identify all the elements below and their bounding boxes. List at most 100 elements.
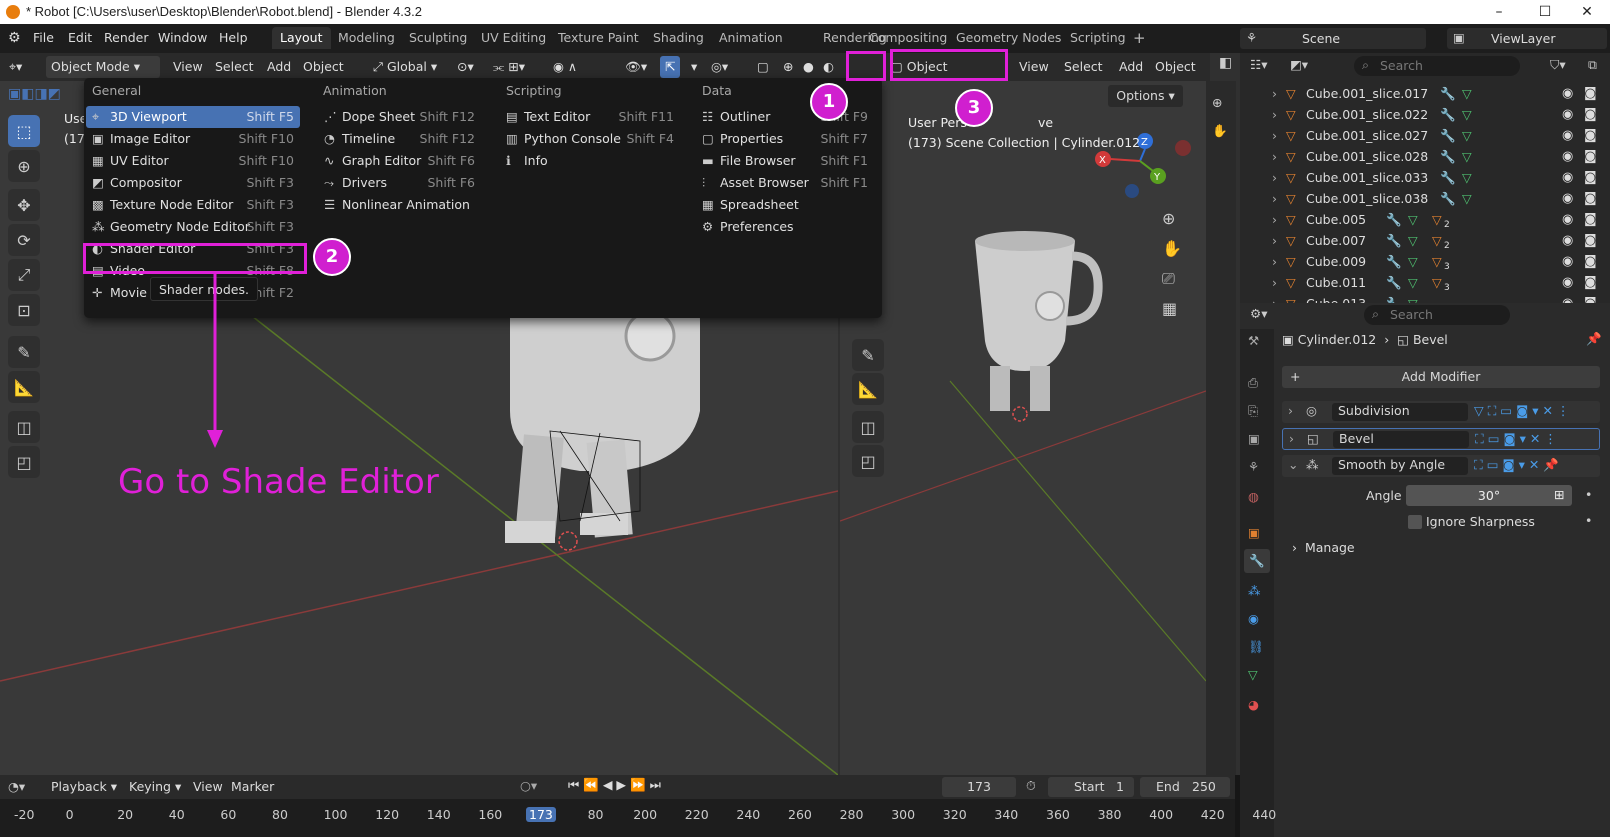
right-menu-add[interactable]: Add	[1114, 56, 1148, 78]
material-shading-icon[interactable]: ◐	[818, 56, 839, 78]
menu-item-texture-node-editor[interactable]: ▩ Texture Node Editor Shift F3	[86, 194, 300, 216]
pin-icon[interactable]: 📌	[1586, 331, 1602, 347]
minimize-button[interactable]: –	[1476, 0, 1522, 24]
expand-chevron-icon[interactable]: ›	[1289, 431, 1294, 446]
bevel-name-field[interactable]: Bevel	[1333, 431, 1469, 448]
properties-search-input[interactable]: ⌕ Search	[1364, 305, 1510, 325]
menu-render[interactable]: Render	[104, 30, 149, 45]
right-measure-tool-icon[interactable]: 📐	[852, 373, 884, 405]
timeline-ruler[interactable]: -20 0 20 40 60 80 100 120 140 160 173 80 200 220 240 26…	[0, 799, 1276, 837]
expand-chevron-icon[interactable]: ›	[1272, 146, 1277, 167]
render-camera-icon[interactable]: ◙	[1584, 167, 1597, 188]
left-menu-add[interactable]: Add	[262, 56, 296, 78]
menu-item-image-editor[interactable]: ▣ Image Editor Shift F10	[86, 128, 300, 150]
bevel-toggle-icons[interactable]: ⛶ ▭ ◙ ▾ ✕ ⋮	[1475, 431, 1557, 447]
tab-compositing[interactable]: Compositing	[861, 27, 955, 49]
data-tab-icon[interactable]: ▽	[1248, 667, 1258, 682]
outliner-item[interactable]: › ▽ Cube.001_slice.027 🔧 ▽ ◉ ◙	[1240, 125, 1610, 146]
menu-item-text-editor[interactable]: ▤ Text Editor Shift F11	[500, 106, 680, 128]
add-workspace-button[interactable]: +	[1125, 27, 1154, 49]
expand-chevron-icon[interactable]: ›	[1272, 83, 1277, 104]
zoom-icon[interactable]: ⊕	[1162, 209, 1175, 228]
material-count-icon[interactable]: ▽	[1432, 272, 1442, 293]
keyframe-dot-icon[interactable]: •	[1585, 487, 1592, 502]
snap-icon[interactable]: ⫘ ⊞▾	[488, 56, 530, 78]
render-camera-icon[interactable]: ◙	[1584, 104, 1597, 125]
marker-menu[interactable]: Marker	[226, 776, 279, 798]
modifier-wrench-icon[interactable]: 🔧	[1386, 209, 1402, 230]
measure-tool-icon[interactable]: 📐	[8, 371, 40, 403]
menu-item-3d-viewport[interactable]: ⌖ 3D Viewport Shift F5	[86, 106, 300, 128]
render-camera-icon[interactable]: ◙	[1584, 125, 1597, 146]
world-tab-icon[interactable]: ◍	[1248, 489, 1259, 504]
smooth-toggle-icons[interactable]: ⛶ ▭ ◙ ▾ ✕ 📌	[1474, 457, 1559, 473]
overlay-icon[interactable]: ◎▾	[706, 56, 733, 78]
menu-item-compositor[interactable]: ◩ Compositor Shift F3	[86, 172, 300, 194]
mesh-data-icon[interactable]: ▽	[1408, 230, 1418, 251]
visibility-eye-icon[interactable]: ◉	[1562, 167, 1573, 188]
render-tab-icon[interactable]: ⎙	[1248, 375, 1258, 391]
material-tab-icon[interactable]: ◕	[1248, 697, 1259, 712]
tab-texture-paint[interactable]: Texture Paint	[550, 27, 647, 49]
mesh-data-icon[interactable]: ▽	[1408, 272, 1418, 293]
visibility-eye-icon[interactable]: ◉	[1562, 146, 1573, 167]
smooth-name-field[interactable]: Smooth by Angle	[1332, 457, 1468, 475]
visibility-icon[interactable]: 👁▾	[620, 56, 652, 78]
tab-scripting[interactable]: Scripting	[1062, 27, 1134, 49]
right-3d-viewport[interactable]: Z X Y Options ▾ User Pers ve (173) Scene…	[840, 81, 1206, 775]
perspective-grid-icon[interactable]: ▦	[1162, 299, 1177, 318]
tab-sculpting[interactable]: Sculpting	[401, 27, 475, 49]
modifier-wrench-icon[interactable]: 🔧	[1386, 272, 1402, 293]
outliner-item[interactable]: › ▽ Cube.001_slice.017 🔧 ▽ ◉ ◙	[1240, 83, 1610, 104]
tab-shading[interactable]: Shading	[645, 27, 712, 49]
modifier-wrench-icon[interactable]: 🔧	[1386, 251, 1402, 272]
mesh-data-icon[interactable]: ▽	[1462, 125, 1472, 146]
properties-editor-icon[interactable]: ⚙▾	[1250, 306, 1267, 321]
visibility-eye-icon[interactable]: ◉	[1562, 83, 1573, 104]
start-frame-field[interactable]: Start 1	[1048, 777, 1134, 797]
modifier-wrench-icon[interactable]: 🔧	[1440, 104, 1456, 125]
tool-tab-icon[interactable]: ⚒	[1248, 333, 1259, 348]
ignore-sharpness-checkbox[interactable]	[1408, 515, 1422, 529]
expand-chevron-icon[interactable]: ›	[1272, 230, 1277, 251]
end-frame-field[interactable]: End 250	[1140, 777, 1230, 797]
subdivision-name-field[interactable]: Subdivision	[1332, 403, 1468, 421]
outliner-item[interactable]: › ▽ Cube.001_slice.022 🔧 ▽ ◉ ◙	[1240, 104, 1610, 125]
mesh-data-icon[interactable]: ▽	[1408, 251, 1418, 272]
mesh-data-icon[interactable]: ▽	[1462, 188, 1472, 209]
modifier-wrench-icon[interactable]: 🔧	[1440, 83, 1456, 104]
tab-animation[interactable]: Animation	[711, 27, 791, 49]
transform-orientation[interactable]: ⤢ Global ▾	[368, 56, 442, 78]
tab-geometry-nodes[interactable]: Geometry Nodes	[948, 27, 1069, 49]
menu-file[interactable]: File	[33, 30, 54, 45]
modifier-wrench-icon[interactable]: 🔧	[1440, 188, 1456, 209]
mesh-data-icon[interactable]: ▽	[1462, 167, 1472, 188]
xray-icon[interactable]: ▢	[752, 56, 774, 78]
maximize-button[interactable]: ☐	[1522, 0, 1568, 24]
menu-item-python-console[interactable]: ▥ Python Console Shift F4	[500, 128, 680, 150]
outliner-item[interactable]: › ▽ Cube.001_slice.038 🔧 ▽ ◉ ◙	[1240, 188, 1610, 209]
render-camera-icon[interactable]: ◙	[1584, 188, 1597, 209]
add-cube-tool-icon[interactable]: ◫	[8, 411, 40, 443]
options-dropdown[interactable]: Options ▾	[1108, 85, 1183, 107]
menu-item-file-browser[interactable]: ▬ File Browser Shift F1	[696, 150, 874, 172]
right-menu-object[interactable]: Object	[1150, 56, 1201, 78]
clock-icon[interactable]: ⏱	[1026, 778, 1036, 794]
menu-item-graph-editor[interactable]: ∿ Graph Editor Shift F6	[318, 150, 481, 172]
annotate-tool-icon[interactable]: ✎	[8, 336, 40, 368]
menu-item-properties[interactable]: ▢ Properties Shift F7	[696, 128, 874, 150]
right-add-cube-tool-icon[interactable]: ◫	[852, 411, 884, 443]
material-count-icon[interactable]: ▽	[1432, 230, 1442, 251]
outliner-item[interactable]: › ▽ Cube.001_slice.028 🔧 ▽ ◉ ◙	[1240, 146, 1610, 167]
menu-edit[interactable]: Edit	[68, 30, 92, 45]
menu-item-info[interactable]: ℹ Info	[500, 150, 680, 172]
menu-item-dope-sheet[interactable]: ⋰ Dope Sheet Shift F12	[318, 106, 481, 128]
view-layer-tab-icon[interactable]: ▣	[1248, 431, 1260, 446]
output-tab-icon[interactable]: ⎘	[1248, 403, 1258, 419]
gizmo-dropdown-icon[interactable]: ▾	[686, 56, 702, 78]
auto-key-icon[interactable]: ○▾	[520, 778, 537, 793]
expand-chevron-icon[interactable]: ›	[1272, 167, 1277, 188]
pan-hand-icon[interactable]: ✋	[1162, 239, 1182, 258]
filter-icon[interactable]: ⛉▾	[1550, 57, 1566, 73]
menu-item-preferences[interactable]: ⚙ Preferences	[696, 216, 874, 238]
